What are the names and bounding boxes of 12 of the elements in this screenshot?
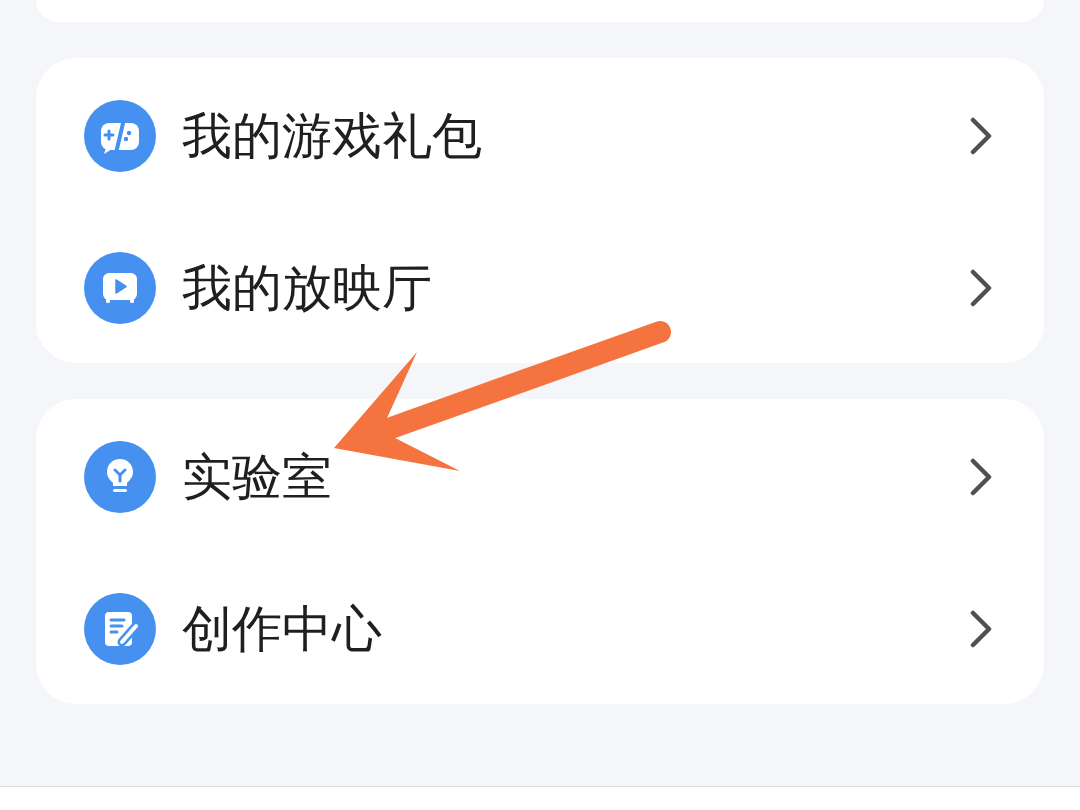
document-pencil-icon: [84, 593, 156, 665]
chevron-right-icon[interactable]: [970, 117, 992, 155]
chevron-right-icon[interactable]: [970, 458, 992, 496]
menu-item-label[interactable]: 创作中心: [182, 595, 382, 663]
menu-item-label[interactable]: 我的游戏礼包: [182, 102, 482, 170]
menu-item-label[interactable]: 我的放映厅: [182, 254, 432, 322]
tv-play-icon: [84, 252, 156, 324]
gamepad-icon: [84, 100, 156, 172]
chevron-right-icon[interactable]: [970, 610, 992, 648]
light-bulb-icon: [84, 441, 156, 513]
menu-item-label[interactable]: 实验室: [182, 443, 332, 511]
chevron-right-icon[interactable]: [970, 269, 992, 307]
